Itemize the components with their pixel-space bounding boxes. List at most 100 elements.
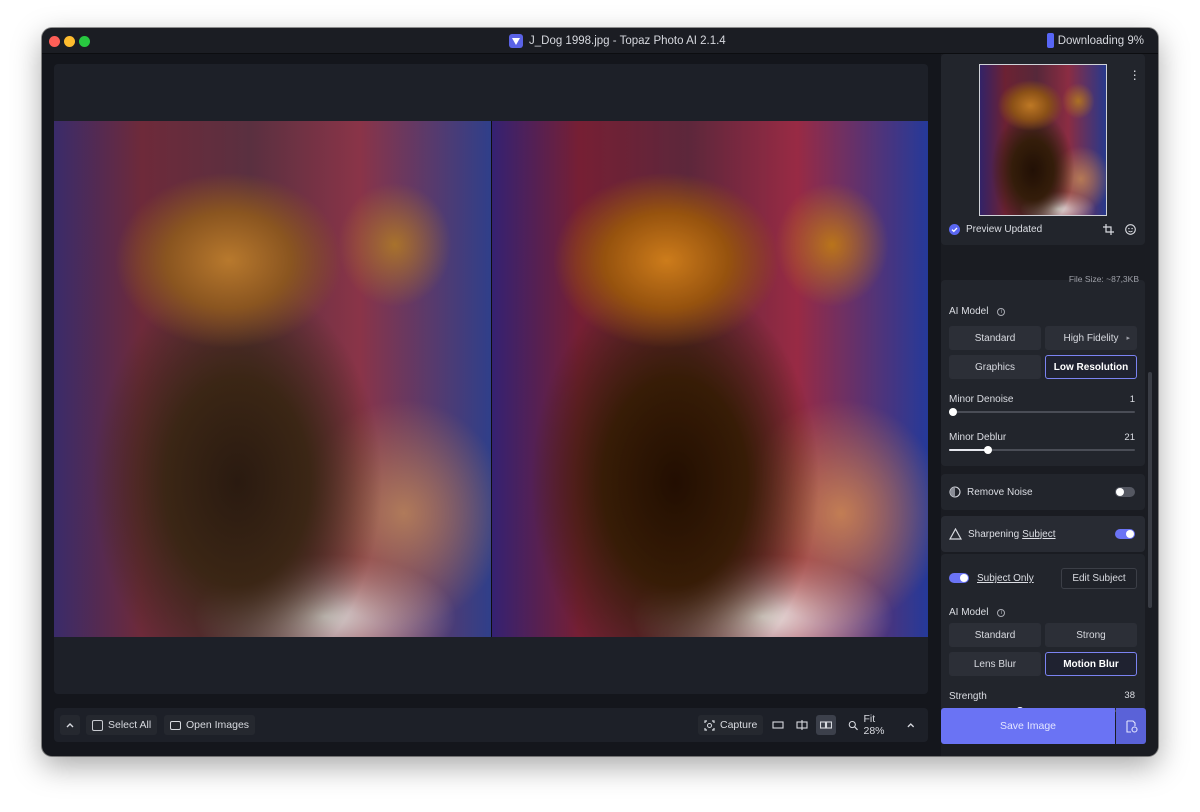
- chevron-up-icon: [907, 723, 915, 728]
- sharpening-heading: Sharpening Subject: [949, 528, 1056, 540]
- preview-status: Preview Updated: [949, 224, 1042, 235]
- settings-sidebar: · · · Preview Updated File Size: ~87,3KB A…: [941, 54, 1158, 756]
- enhance-card: File Size: ~87,3KB AI Model i Standard Hi…: [941, 274, 1145, 466]
- side-by-side-view-button[interactable]: [816, 715, 836, 735]
- topaz-logo-icon: [509, 34, 523, 48]
- minor-deblur-slider[interactable]: [949, 446, 1135, 454]
- enhance-model-low-resolution[interactable]: Low Resolution: [1045, 355, 1137, 379]
- preview-stage[interactable]: [54, 64, 928, 694]
- strength-label: Strength: [949, 691, 987, 702]
- info-icon[interactable]: i: [997, 608, 1006, 617]
- edit-subject-button[interactable]: Edit Subject: [1061, 568, 1137, 589]
- sharpen-model-lens-blur[interactable]: Lens Blur: [949, 652, 1041, 676]
- image-icon: [170, 720, 181, 730]
- enhance-model-standard[interactable]: Standard: [949, 326, 1041, 350]
- enhance-model-low-resolution-label: Low Resolution: [1053, 361, 1129, 373]
- open-images-label: Open Images: [186, 719, 250, 731]
- sharpening-label: Sharpening: [968, 528, 1020, 540]
- title-bar: J_Dog 1998.jpg - Topaz Photo AI 2.1.4 Do…: [42, 28, 1158, 54]
- sharpening-toggle[interactable]: [1115, 529, 1135, 539]
- sharpen-model-standard[interactable]: Standard: [949, 623, 1041, 647]
- crop-icon[interactable]: [1103, 224, 1114, 235]
- sharpening-subject-link[interactable]: Subject: [1022, 529, 1055, 540]
- checkbox-icon: [92, 719, 103, 731]
- check-circle-icon: [949, 224, 960, 235]
- collapse-filmstrip-button[interactable]: [60, 715, 80, 735]
- capture-icon: [704, 719, 715, 731]
- minor-denoise-label: Minor Denoise: [949, 394, 1014, 405]
- sharpening-ai-model-heading: AI Model i: [949, 607, 1006, 618]
- open-images-button[interactable]: Open Images: [164, 715, 256, 735]
- edit-subject-label: Edit Subject: [1072, 573, 1126, 584]
- window-title: J_Dog 1998.jpg - Topaz Photo AI 2.1.4: [529, 35, 726, 47]
- side-by-side-view-icon: [820, 721, 832, 729]
- select-all-button[interactable]: Select All: [86, 715, 158, 735]
- chevron-up-icon: [66, 723, 74, 728]
- download-progress-icon: [1046, 33, 1054, 48]
- capture-label: Capture: [720, 719, 758, 731]
- remove-noise-toggle[interactable]: [1115, 487, 1135, 497]
- slider-knob[interactable]: [949, 408, 957, 416]
- enhance-model-high-fidelity[interactable]: High Fidelity ▸: [1045, 326, 1137, 350]
- subject-only-label[interactable]: Subject Only: [977, 573, 1034, 584]
- minor-denoise-value: 1: [1129, 394, 1135, 405]
- minor-deblur-label: Minor Deblur: [949, 432, 1007, 443]
- file-size-label: File Size: ~87,3KB: [1068, 274, 1139, 284]
- more-options-icon[interactable]: · · ·: [1132, 63, 1137, 85]
- sharpen-model-strong-label: Strong: [1076, 629, 1106, 641]
- remove-noise-card[interactable]: Remove Noise: [941, 474, 1145, 510]
- bottom-toolbar: Select All Open Images Capture Fit 28%: [54, 708, 928, 742]
- remove-noise-heading: Remove Noise: [949, 486, 1033, 498]
- slider-knob[interactable]: [984, 446, 993, 454]
- single-view-button[interactable]: [768, 715, 788, 735]
- info-icon[interactable]: i: [997, 307, 1006, 316]
- processed-image[interactable]: [492, 121, 928, 637]
- zoom-level: Fit 28%: [863, 713, 885, 737]
- ai-model-label: AI Model: [949, 306, 989, 317]
- single-view-icon: [772, 721, 784, 729]
- subject-only-toggle[interactable]: [949, 573, 969, 583]
- select-all-label: Select All: [108, 719, 152, 731]
- save-image-button[interactable]: Save Image: [941, 708, 1115, 744]
- sharpening-card: Subject Only Edit Subject AI Model i Stan…: [941, 554, 1145, 720]
- capture-button[interactable]: Capture: [698, 715, 764, 735]
- sharpening-card-header[interactable]: Sharpening Subject: [941, 516, 1145, 552]
- export-settings-icon: [1125, 719, 1138, 733]
- triangle-icon: [949, 528, 962, 540]
- enhance-model-standard-label: Standard: [974, 332, 1016, 344]
- download-status-label: Downloading 9%: [1057, 34, 1144, 47]
- close-window-button[interactable]: [49, 36, 60, 47]
- navigator-thumbnail[interactable]: [979, 64, 1107, 216]
- zoom-control[interactable]: Fit 28%: [842, 713, 922, 737]
- remove-noise-label: Remove Noise: [967, 486, 1033, 498]
- original-image[interactable]: [54, 121, 491, 637]
- sharpen-model-strong[interactable]: Strong: [1045, 623, 1137, 647]
- app-window: J_Dog 1998.jpg - Topaz Photo AI 2.1.4 Do…: [42, 28, 1158, 756]
- enhance-model-graphics-label: Graphics: [974, 361, 1015, 373]
- enhance-ai-model-heading: AI Model i: [949, 306, 1006, 317]
- minor-deblur-value: 21: [1124, 432, 1135, 443]
- save-image-label: Save Image: [999, 720, 1057, 732]
- sidebar-scrollbar[interactable]: [1148, 372, 1152, 608]
- minor-denoise-slider[interactable]: [949, 408, 1135, 416]
- caret-icon: ▸: [1126, 335, 1130, 342]
- maximize-window-button[interactable]: [79, 36, 90, 47]
- split-view-button[interactable]: [792, 715, 812, 735]
- noise-icon: [949, 486, 961, 498]
- preview-card: · · · Preview Updated: [941, 54, 1145, 245]
- minimize-window-button[interactable]: [64, 36, 75, 47]
- face-icon[interactable]: [1125, 224, 1136, 235]
- sharpen-model-standard-label: Standard: [974, 629, 1016, 641]
- strength-value: 38: [1124, 690, 1135, 701]
- split-view-icon: [796, 720, 808, 730]
- enhance-model-graphics[interactable]: Graphics: [949, 355, 1041, 379]
- save-options-button[interactable]: [1116, 708, 1146, 744]
- ai-model-label: AI Model: [949, 607, 989, 618]
- preview-status-label: Preview Updated: [966, 224, 1043, 235]
- sharpen-model-lens-blur-label: Lens Blur: [973, 658, 1017, 670]
- enhance-model-high-fidelity-label: High Fidelity: [1063, 332, 1119, 344]
- sharpen-model-motion-blur-label: Motion Blur: [1063, 658, 1119, 670]
- download-status[interactable]: Downloading 9%: [1046, 33, 1144, 48]
- sharpen-model-motion-blur[interactable]: Motion Blur: [1045, 652, 1137, 676]
- zoom-icon: [848, 720, 858, 730]
